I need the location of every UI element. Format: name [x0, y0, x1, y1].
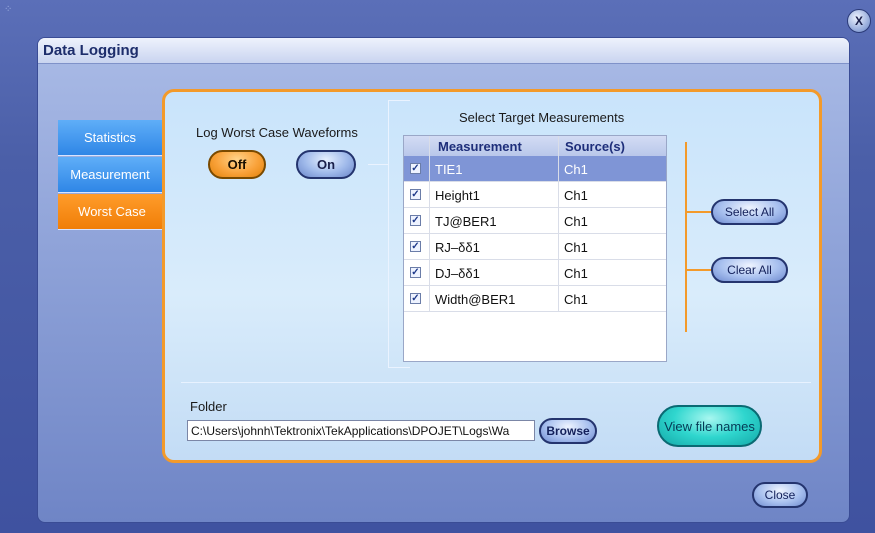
measurement-name: TIE1: [435, 162, 463, 177]
on-button[interactable]: On: [296, 150, 356, 179]
checkbox[interactable]: ✓: [410, 189, 421, 200]
tab-worst-case[interactable]: Worst Case: [58, 194, 166, 230]
log-worst-case-label: Log Worst Case Waveforms: [196, 125, 358, 140]
window-grip-icon: ⁘: [4, 4, 13, 15]
browse-button[interactable]: Browse: [539, 418, 597, 444]
table-row[interactable]: ✓ TJ@BER1 Ch1: [404, 208, 666, 234]
bracket-tick: [685, 269, 713, 271]
column-header-sources: Source(s): [565, 139, 625, 154]
clear-all-button[interactable]: Clear All: [711, 257, 788, 283]
folder-label: Folder: [190, 399, 227, 414]
checkbox[interactable]: ✓: [410, 241, 421, 252]
column-header-measurement: Measurement: [438, 139, 522, 154]
tab-measurement[interactable]: Measurement: [58, 157, 162, 193]
worst-case-panel: Log Worst Case Waveforms Off On Select T…: [162, 89, 822, 463]
checkbox[interactable]: ✓: [410, 215, 421, 226]
bracket-line: [685, 142, 687, 332]
off-button[interactable]: Off: [208, 150, 266, 179]
measurement-name: Width@BER1: [435, 292, 516, 307]
tab-statistics[interactable]: Statistics: [58, 120, 162, 156]
table-row[interactable]: ✓ RJ–δδ1 Ch1: [404, 234, 666, 260]
checkbox[interactable]: ✓: [410, 163, 421, 174]
view-file-names-button[interactable]: View file names: [657, 405, 762, 447]
measurement-name: Height1: [435, 188, 480, 203]
source-name: Ch1: [564, 240, 588, 255]
measurements-table[interactable]: Measurement Source(s) ✓ TIE1 Ch1 ✓ Heigh…: [403, 135, 667, 362]
close-button[interactable]: Close: [752, 482, 808, 508]
folder-path-input[interactable]: [187, 420, 535, 441]
table-row[interactable]: ✓ Height1 Ch1: [404, 182, 666, 208]
close-window-button[interactable]: X: [847, 9, 871, 33]
measurement-name: TJ@BER1: [435, 214, 497, 229]
connector-vertical: [388, 100, 389, 368]
table-row[interactable]: ✓ DJ–δδ1 Ch1: [404, 260, 666, 286]
source-name: Ch1: [564, 266, 588, 281]
window-title: Data Logging: [43, 42, 139, 59]
measurement-name: DJ–δδ1: [435, 266, 480, 281]
table-header: Measurement Source(s): [404, 136, 666, 157]
connector-line: [368, 164, 388, 165]
source-name: Ch1: [564, 188, 588, 203]
checkbox[interactable]: ✓: [410, 293, 421, 304]
source-name: Ch1: [564, 214, 588, 229]
title-bar: Data Logging: [38, 38, 849, 64]
checkbox[interactable]: ✓: [410, 267, 421, 278]
data-logging-window: Data Logging Statistics Measurement Wors…: [37, 37, 850, 523]
section-divider: [181, 382, 811, 383]
column-divider: [558, 136, 559, 312]
select-target-label: Select Target Measurements: [459, 110, 625, 125]
column-divider: [429, 136, 430, 312]
table-row[interactable]: ✓ Width@BER1 Ch1: [404, 286, 666, 312]
bracket-tick: [685, 211, 713, 213]
select-all-button[interactable]: Select All: [711, 199, 788, 225]
source-name: Ch1: [564, 162, 588, 177]
measurement-name: RJ–δδ1: [435, 240, 480, 255]
connector-top: [388, 100, 410, 101]
table-row[interactable]: ✓ TIE1 Ch1: [404, 156, 666, 182]
connector-bottom: [388, 367, 410, 368]
source-name: Ch1: [564, 292, 588, 307]
